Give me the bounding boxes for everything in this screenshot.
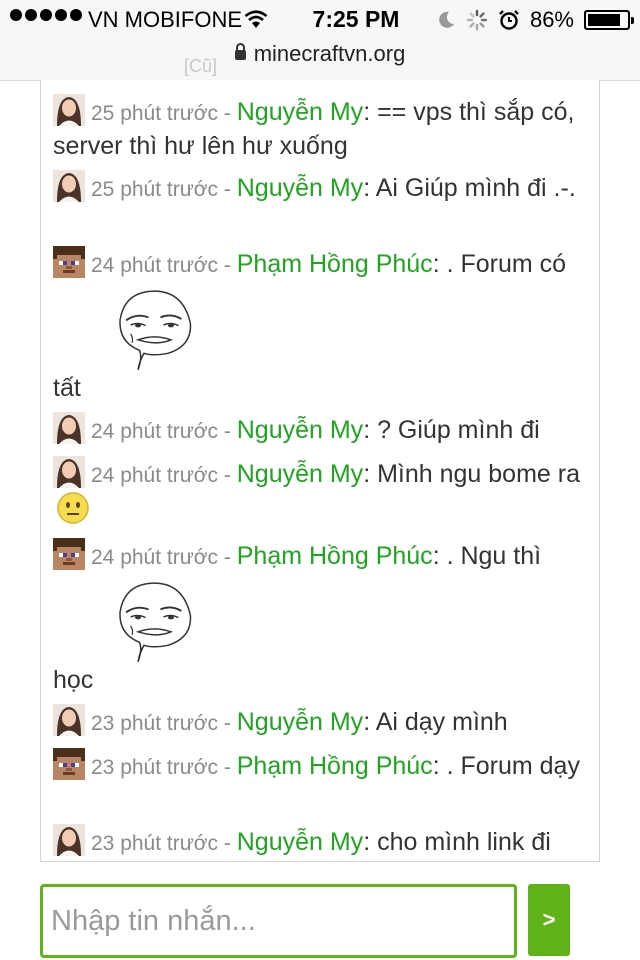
separator: - bbox=[218, 756, 237, 779]
minecraft-steve-avatar-icon[interactable] bbox=[53, 246, 85, 278]
ghost-tag: [Cũ] bbox=[184, 56, 218, 76]
username-link[interactable]: Nguyễn My bbox=[237, 98, 363, 126]
neutral-smiley-icon bbox=[57, 492, 89, 524]
timestamp: 23 phút trước bbox=[91, 756, 219, 779]
username-link[interactable]: Phạm Hồng Phúc bbox=[237, 250, 433, 278]
separator: - bbox=[218, 546, 237, 569]
timestamp: 25 phút trước bbox=[91, 178, 219, 201]
message-text: : Mình ngu bome ra bbox=[363, 460, 580, 488]
clock: 7:25 PM bbox=[312, 6, 400, 32]
chat-message: 24 phút trước - Phạm Hồng Phúc: . Forum … bbox=[53, 246, 593, 404]
timestamp: 24 phút trước bbox=[91, 254, 219, 277]
composer: > bbox=[0, 862, 640, 960]
timestamp: 24 phút trước bbox=[91, 546, 219, 569]
girl-avatar-icon[interactable] bbox=[53, 94, 85, 126]
do-not-disturb-moon-icon bbox=[439, 11, 454, 28]
minecraft-steve-avatar-icon[interactable] bbox=[53, 748, 85, 780]
message-text: : cho mình link đi bbox=[363, 828, 551, 856]
username-link[interactable]: Nguyễn My bbox=[237, 708, 363, 736]
girl-avatar-icon[interactable] bbox=[53, 824, 85, 856]
chat-message: 23 phút trước - Phạm Hồng Phúc: . Forum … bbox=[53, 748, 593, 784]
alarm-clock-icon bbox=[499, 10, 519, 30]
girl-avatar-icon[interactable] bbox=[53, 412, 85, 444]
separator: - bbox=[218, 420, 237, 443]
send-button[interactable]: > bbox=[528, 884, 570, 956]
separator: - bbox=[218, 712, 237, 735]
username-link[interactable]: Phạm Hồng Phúc bbox=[237, 752, 433, 780]
message-text: : . Forum có bbox=[432, 250, 567, 278]
chat-message: 23 phút trước - Nguyễn My: Ai dạy mình bbox=[53, 704, 593, 740]
girl-avatar-icon[interactable] bbox=[53, 170, 85, 202]
activity-spinner-icon bbox=[466, 9, 488, 31]
timestamp: 25 phút trước bbox=[91, 102, 219, 125]
address-bar[interactable]: minecraftvn.org bbox=[0, 40, 640, 81]
separator: - bbox=[218, 178, 237, 201]
are-you-serious-meme-icon bbox=[119, 290, 192, 371]
username-link[interactable]: Nguyễn My bbox=[237, 828, 363, 856]
timestamp: 24 phút trước bbox=[91, 420, 219, 443]
timestamp: 23 phút trước bbox=[91, 712, 219, 735]
username-link[interactable]: Nguyễn My bbox=[237, 460, 363, 488]
battery-percentage: 86% bbox=[529, 7, 574, 32]
chat-message: 24 phút trước - Nguyễn My: ? Giúp mình đ… bbox=[53, 412, 593, 448]
wifi-icon bbox=[244, 10, 268, 28]
username-link[interactable]: Nguyễn My bbox=[237, 174, 363, 202]
message-text-continued: học bbox=[53, 666, 94, 694]
url-text: minecraftvn.org bbox=[253, 41, 406, 66]
username-link[interactable]: Nguyễn My bbox=[237, 416, 363, 444]
chat-panel[interactable]: 25 phút trước - Nguyễn My: == vps thì sắ… bbox=[40, 80, 600, 862]
battery-icon bbox=[584, 10, 634, 30]
message-text: : . Ngu thì bbox=[432, 542, 542, 570]
chat-message: 23 phút trước - Nguyễn My: cho mình link… bbox=[53, 824, 593, 860]
chat-message: 25 phút trước - Nguyễn My: == vps thì sắ… bbox=[53, 94, 593, 162]
chat-message: 24 phút trước - Nguyễn My: Mình ngu bome… bbox=[53, 456, 593, 524]
lock-icon bbox=[234, 43, 246, 60]
message-text: : . Forum dạy bbox=[432, 752, 580, 780]
message-text: : ? Giúp mình đi bbox=[363, 416, 540, 444]
message-text-continued: tất bbox=[53, 374, 81, 402]
message-text: : Ai dạy mình bbox=[363, 708, 508, 736]
separator: - bbox=[218, 102, 237, 125]
chat-message: 24 phút trước - Phạm Hồng Phúc: . Ngu th… bbox=[53, 538, 593, 696]
timestamp: 23 phút trước bbox=[91, 832, 219, 855]
minecraft-steve-avatar-icon[interactable] bbox=[53, 538, 85, 570]
separator: - bbox=[218, 832, 237, 855]
girl-avatar-icon[interactable] bbox=[53, 704, 85, 736]
signal-strength-icon bbox=[10, 9, 82, 21]
are-you-serious-meme-icon bbox=[119, 582, 192, 663]
timestamp: 24 phút trước bbox=[91, 464, 219, 487]
username-link[interactable]: Phạm Hồng Phúc bbox=[237, 542, 433, 570]
chat-message: 25 phút trước - Nguyễn My: Ai Giúp mình … bbox=[53, 170, 593, 206]
separator: - bbox=[218, 254, 237, 277]
message-input[interactable] bbox=[40, 884, 517, 958]
separator: - bbox=[218, 464, 237, 487]
girl-avatar-icon[interactable] bbox=[53, 456, 85, 488]
message-text: : Ai Giúp mình đi .-. bbox=[363, 174, 576, 202]
status-bar: VN MOBIFONE 7:25 PM 86% bbox=[0, 0, 640, 40]
carrier-name: VN MOBIFONE bbox=[88, 7, 243, 32]
